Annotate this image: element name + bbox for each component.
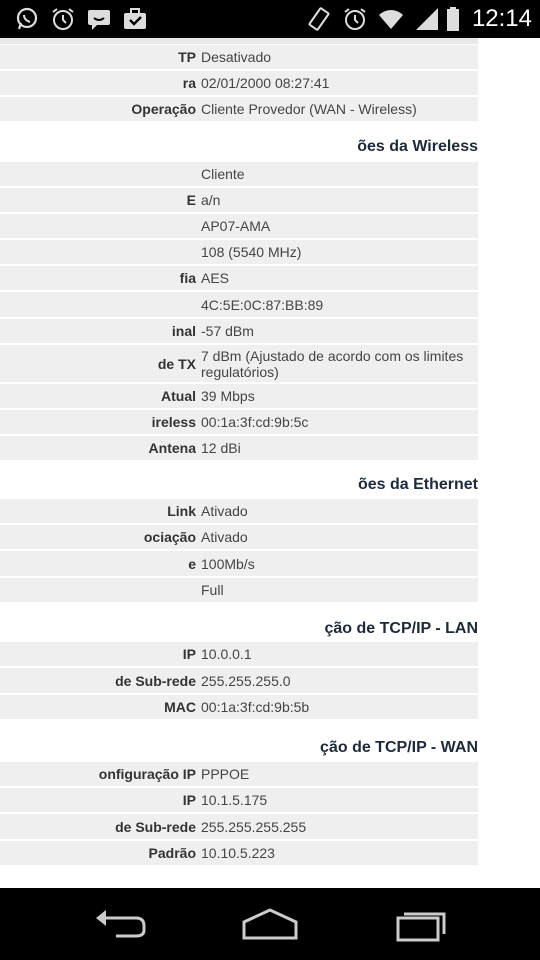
wifi-icon <box>378 6 404 32</box>
row-label: MAC <box>164 699 196 715</box>
row-value: 00:1a:3f:cd:9b:5c <box>201 414 309 430</box>
battery-icon <box>444 6 470 32</box>
back-icon[interactable] <box>90 906 150 942</box>
section-title-ethernet: ões da Ethernet <box>357 476 478 493</box>
divider <box>0 38 478 44</box>
table-row: AP07-AMA <box>0 214 478 240</box>
row-value: Desativado <box>201 49 272 65</box>
clock: 12:14 <box>471 5 532 32</box>
row-label: fia <box>179 270 196 286</box>
row-value: Cliente Provedor (WAN - Wireless) <box>201 101 417 117</box>
row-label: IP <box>182 792 196 808</box>
table-row: Operação Cliente Provedor (WAN - Wireles… <box>0 97 478 123</box>
table-row: ra 02/01/2000 08:27:41 <box>0 71 478 97</box>
vibrate-icon <box>306 6 332 32</box>
row-value: 255.255.255.0 <box>201 672 291 689</box>
row-value: PPPOE <box>201 766 250 782</box>
table-row: Padrão 10.10.5.223 <box>0 841 478 867</box>
row-value: Ativado <box>201 529 248 545</box>
row-value: -57 dBm <box>201 323 254 339</box>
row-label: ireless <box>151 414 196 430</box>
row-value: 00:1a:3f:cd:9b:5b <box>201 699 310 715</box>
status-bar: 12:14 <box>0 0 540 38</box>
row-label: ra <box>182 75 196 91</box>
row-value: Ativado <box>201 503 248 519</box>
row-value: Full <box>201 582 224 598</box>
row-label: ociação <box>143 529 196 545</box>
section-title-lan: ção de TCP/IP - LAN <box>324 620 478 637</box>
row-value: 10.1.5.175 <box>201 792 268 808</box>
row-label: onfiguração IP <box>98 766 196 782</box>
row-value: AES <box>201 270 230 286</box>
home-icon[interactable] <box>240 906 300 942</box>
row-value: 39 Mbps <box>201 388 255 404</box>
router-status-page[interactable]: TP Desativado ra 02/01/2000 08:27:41 Ope… <box>0 38 540 888</box>
row-label: Link <box>167 503 196 519</box>
row-label: e <box>188 555 196 572</box>
table-row: Antena 12 dBi <box>0 436 478 462</box>
table-row: e 100Mb/s <box>0 551 478 578</box>
alarm-icon <box>342 6 368 32</box>
table-row: inal -57 dBm <box>0 319 478 345</box>
row-label: IP <box>182 646 196 662</box>
row-label: de TX <box>157 355 196 372</box>
row-label: Operação <box>131 101 196 117</box>
section-title-wireless: ões da Wireless <box>357 138 478 155</box>
table-row: IP 10.0.0.1 <box>0 642 478 668</box>
row-value: Cliente <box>201 166 245 182</box>
row-label: Padrão <box>148 845 196 861</box>
table-row: Link Ativado <box>0 499 478 525</box>
table-row: Atual 39 Mbps <box>0 384 478 410</box>
briefcase-icon <box>122 6 148 32</box>
whatsapp-icon <box>14 6 40 32</box>
table-row: de TX 7 dBm (Ajustado de acordo com os l… <box>0 345 478 384</box>
row-value: 02/01/2000 08:27:41 <box>201 75 330 91</box>
table-row: 4C:5E:0C:87:BB:89 <box>0 292 478 319</box>
row-label: E <box>186 192 196 208</box>
table-row: ociação Ativado <box>0 525 478 551</box>
table-row: de Sub-rede 255.255.255.0 <box>0 668 478 695</box>
table-row: TP Desativado <box>0 45 478 71</box>
signal-icon <box>414 6 440 32</box>
alarm-icon <box>50 6 76 32</box>
table-row: onfiguração IP PPPOE <box>0 762 478 788</box>
row-label: inal <box>171 323 196 339</box>
row-label: TP <box>178 49 196 65</box>
table-row: de Sub-rede 255.255.255.255 <box>0 814 478 841</box>
table-row: E a/n <box>0 188 478 214</box>
row-value: 100Mb/s <box>201 555 255 572</box>
table-row: 108 (5540 MHz) <box>0 240 478 266</box>
section-title-wan: ção de TCP/IP - WAN <box>320 739 478 756</box>
row-value: 10.0.0.1 <box>201 646 252 662</box>
row-label: de Sub-rede <box>115 672 196 689</box>
row-label: Atual <box>161 388 196 404</box>
message-icon <box>86 6 112 32</box>
table-row: Cliente <box>0 162 478 188</box>
table-row: IP 10.1.5.175 <box>0 788 478 814</box>
table-row: ireless 00:1a:3f:cd:9b:5c <box>0 410 478 436</box>
row-value: a/n <box>201 192 221 208</box>
table-row: fia AES <box>0 266 478 292</box>
row-value: 4C:5E:0C:87:BB:89 <box>201 296 324 313</box>
row-label: de Sub-rede <box>115 818 196 835</box>
row-value: 12 dBi <box>201 440 241 456</box>
navigation-bar <box>0 888 540 960</box>
recent-apps-icon[interactable] <box>392 906 452 942</box>
row-label: Antena <box>148 440 196 456</box>
row-value: 10.10.5.223 <box>201 845 275 861</box>
row-value: 108 (5540 MHz) <box>201 244 302 260</box>
row-value: 255.255.255.255 <box>201 818 307 835</box>
row-value: AP07-AMA <box>201 218 271 234</box>
table-row: MAC 00:1a:3f:cd:9b:5b <box>0 695 478 721</box>
table-row: Full <box>0 578 478 604</box>
row-value: 7 dBm (Ajustado de acordo com os limites… <box>201 347 464 380</box>
